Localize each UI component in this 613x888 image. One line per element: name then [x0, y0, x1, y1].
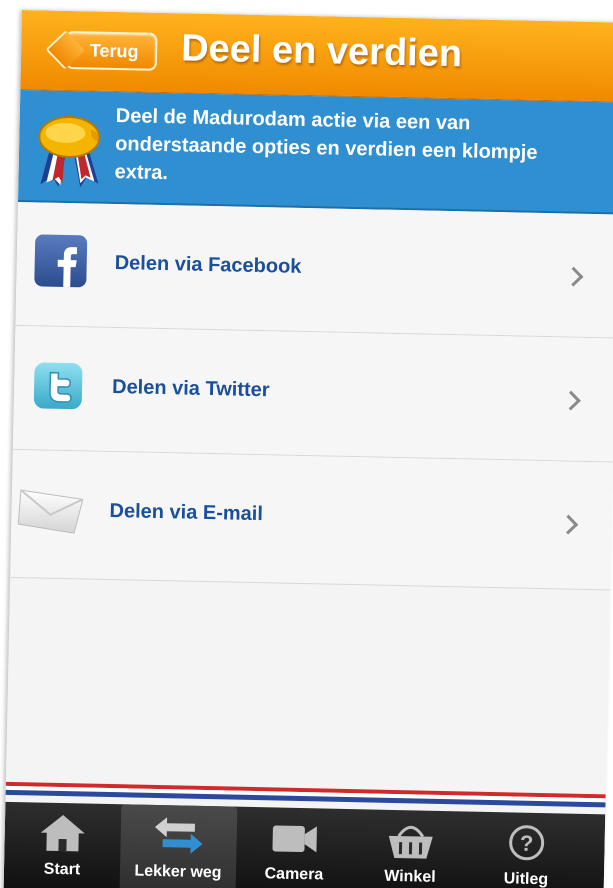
swap-arrows-icon: [154, 817, 203, 854]
back-button[interactable]: Terug: [45, 30, 158, 71]
tab-winkel-label: Winkel: [384, 867, 436, 886]
tab-camera-label: Camera: [264, 865, 324, 884]
chevron-right-icon: [563, 266, 584, 287]
navigation-bar: Terug Deel en verdien: [20, 10, 613, 103]
tab-uitleg[interactable]: ? Uitleg: [467, 812, 585, 888]
tab-lekker-weg-label: Lekker weg: [134, 862, 222, 882]
share-facebook-label: Delen via Facebook: [114, 251, 302, 278]
info-text: Deel de Madurodam actie via een van onde…: [114, 104, 538, 185]
share-twitter-item[interactable]: Delen via Twitter: [12, 325, 613, 463]
tab-start[interactable]: Start: [4, 802, 122, 888]
share-twitter-label: Delen via Twitter: [111, 375, 270, 402]
tab-camera[interactable]: Camera: [235, 807, 353, 888]
tab-start-label: Start: [43, 860, 81, 879]
back-button-label: Terug: [89, 39, 139, 61]
share-email-item[interactable]: Delen via E-mail: [10, 449, 613, 591]
tab-bar: Start Lekker weg Camera Winkel ? Uitleg: [3, 801, 606, 888]
facebook-icon: [34, 234, 88, 288]
tab-winkel[interactable]: Winkel: [351, 809, 469, 888]
twitter-icon: [33, 362, 83, 410]
back-arrow-icon: [45, 30, 85, 70]
help-icon: ?: [509, 825, 545, 861]
tab-lekker-weg[interactable]: Lekker weg: [119, 804, 238, 888]
email-icon: [17, 489, 84, 534]
medal-icon: [38, 116, 101, 188]
share-options-list: Delen via Facebook Delen via Twitter Del…: [10, 201, 613, 591]
share-facebook-item[interactable]: Delen via Facebook: [15, 201, 613, 339]
page-title: Deel en verdien: [180, 27, 463, 76]
app-screen: Terug Deel en verdien Deel de Madurodam …: [3, 10, 613, 888]
tab-uitleg-label: Uitleg: [503, 870, 549, 888]
chevron-right-icon: [558, 514, 579, 535]
info-banner: Deel de Madurodam actie via een van onde…: [17, 89, 613, 215]
chevron-right-icon: [561, 390, 581, 411]
home-icon: [40, 815, 85, 852]
share-email-label: Delen via E-mail: [109, 499, 264, 526]
basket-icon: [388, 825, 433, 859]
camera-icon: [272, 825, 317, 853]
svg-text:?: ?: [520, 831, 534, 856]
